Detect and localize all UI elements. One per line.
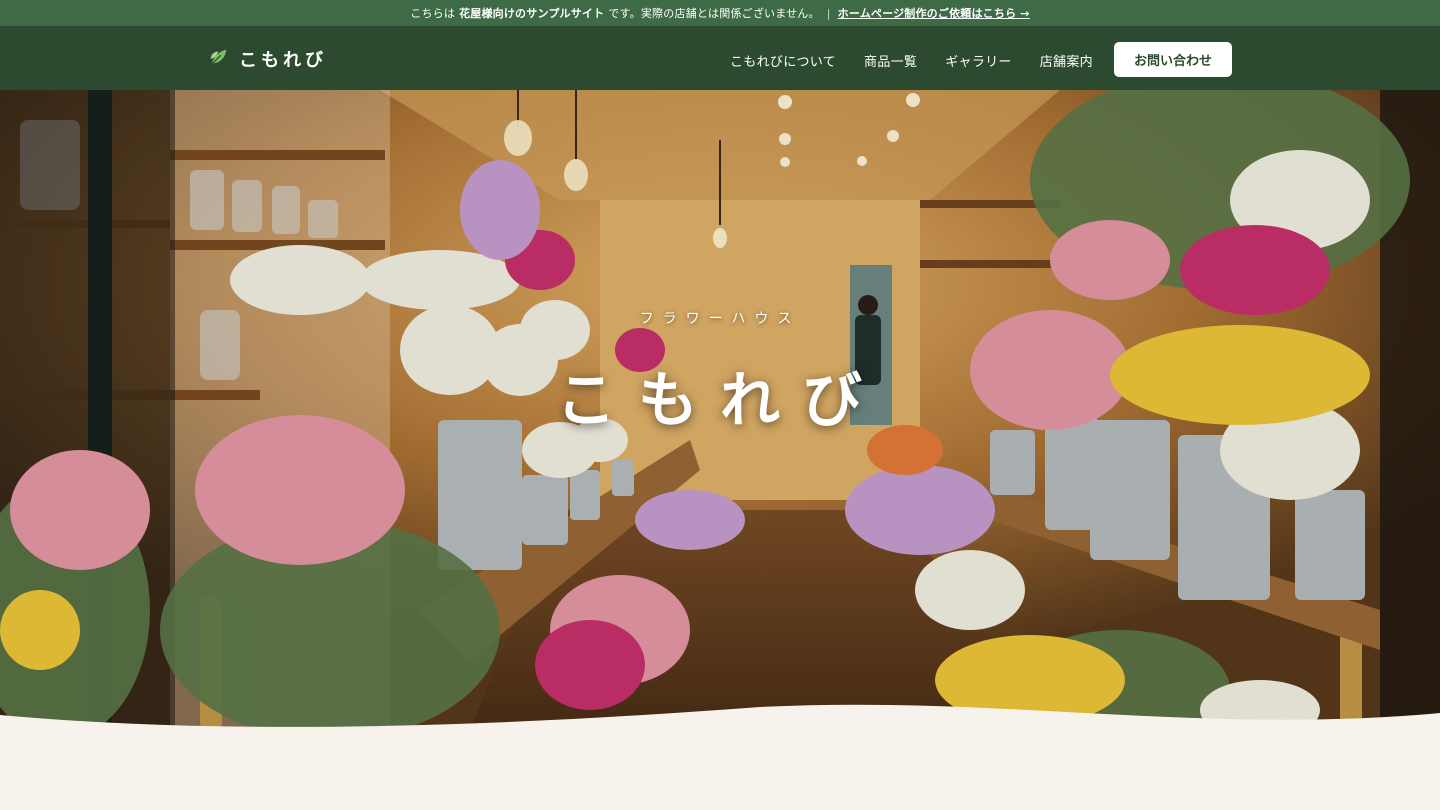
logo[interactable]: こもれび bbox=[208, 46, 327, 72]
hero-subtitle: フラワーハウス bbox=[639, 311, 801, 327]
wave-divider bbox=[0, 704, 1440, 810]
site-header: こもれび こもれびについて 商品一覧 ギャラリー 店舗案内 お問い合わせ bbox=[0, 26, 1440, 90]
contact-button[interactable]: お問い合わせ bbox=[1114, 42, 1232, 77]
notice-bold: 花屋様向けのサンプルサイト bbox=[459, 7, 605, 20]
main-nav: こもれびについて 商品一覧 ギャラリー 店舗案内 bbox=[730, 51, 1093, 70]
hero-section: フラワーハウス こもれび bbox=[0, 90, 1440, 730]
notice-suffix: です。実際の店舗とは関係ございません。 bbox=[608, 7, 820, 20]
notice-link[interactable]: ホームページ制作のご依頼はこちら → bbox=[838, 5, 1030, 21]
nav-item-gallery[interactable]: ギャラリー bbox=[945, 51, 1012, 70]
leaf-icon bbox=[208, 46, 230, 72]
logo-text: こもれび bbox=[239, 50, 327, 71]
notice-separator: | bbox=[826, 6, 831, 20]
nav-item-products[interactable]: 商品一覧 bbox=[864, 51, 917, 70]
nav-item-about[interactable]: こもれびについて bbox=[730, 51, 836, 70]
notice-bar: こちらは 花屋様向けのサンプルサイト です。実際の店舗とは関係ございません。 | ホ… bbox=[0, 0, 1440, 26]
nav-item-store[interactable]: 店舗案内 bbox=[1040, 51, 1093, 70]
notice-prefix: こちらは bbox=[410, 7, 456, 20]
hero-title: こもれび bbox=[556, 366, 884, 436]
